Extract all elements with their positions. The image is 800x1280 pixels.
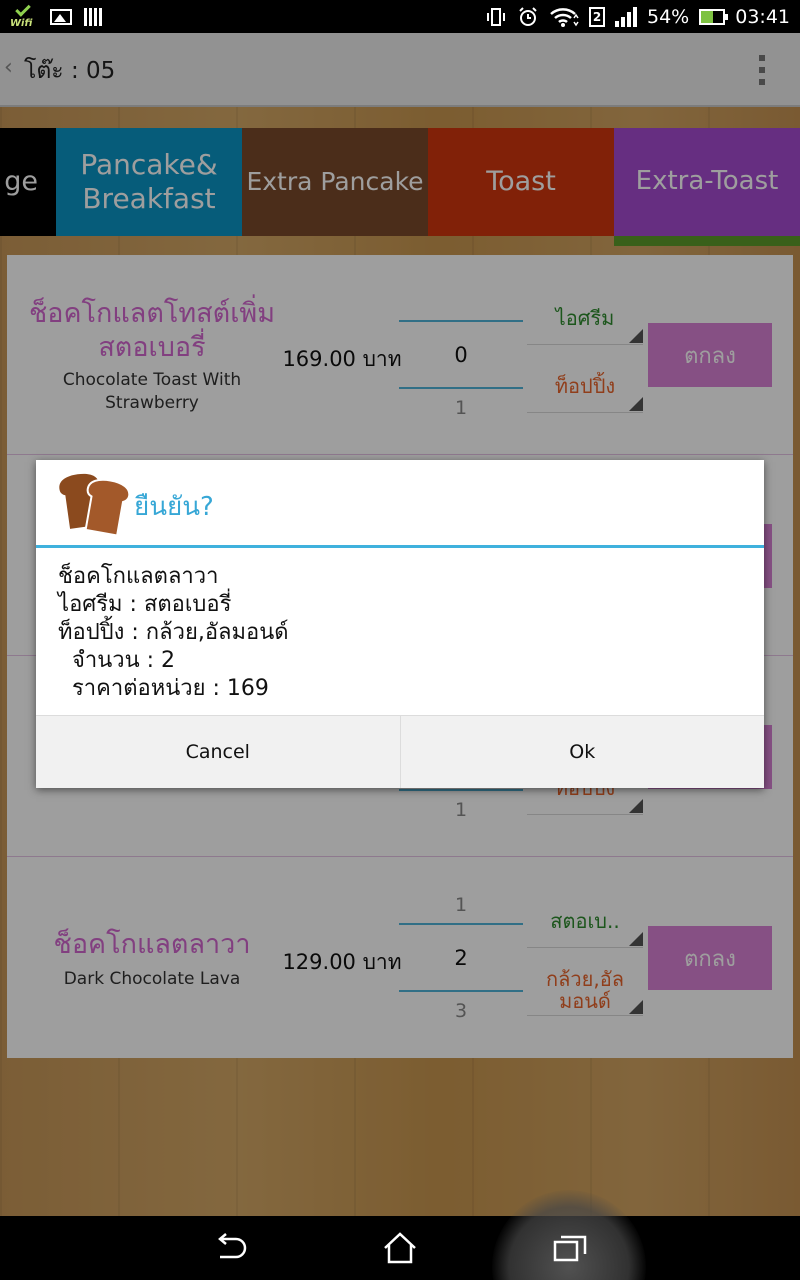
order-quantity: จำนวน : 2 bbox=[58, 648, 176, 673]
dialog-title: ยืนยัน? bbox=[134, 492, 214, 522]
clock: 03:41 bbox=[735, 6, 790, 28]
sim-icon: 2 bbox=[589, 7, 605, 27]
wifi-icon bbox=[550, 8, 579, 27]
recents-button[interactable] bbox=[540, 1222, 600, 1274]
order-unit-price: ราคาต่อหน่วย : 169 bbox=[58, 676, 269, 701]
dialog-header: ยืนยัน? bbox=[36, 460, 764, 546]
battery-charging-icon bbox=[699, 9, 729, 25]
back-arrow-icon bbox=[218, 1233, 247, 1259]
wifi-direct-icon: Wifi bbox=[10, 1, 38, 29]
recents-icon bbox=[553, 1235, 587, 1262]
home-button[interactable] bbox=[370, 1222, 430, 1274]
order-icecream: ไอศรีม : สตอเบอรี่ bbox=[58, 592, 232, 617]
ok-button[interactable]: Ok bbox=[399, 716, 765, 788]
signal-icon bbox=[615, 7, 637, 27]
battery-percent: 54% bbox=[647, 6, 690, 28]
status-bar: Wifi 2 54% 03:41 bbox=[0, 0, 800, 33]
dialog-message: ช็อคโกแลตลาวา ไอศรีม : สตอเบอรี่ ท็อปปิ้… bbox=[58, 563, 289, 703]
confirm-dialog: ยืนยัน? ช็อคโกแลตลาวา ไอศรีม : สตอเบอรี่… bbox=[36, 460, 764, 788]
cancel-button[interactable]: Cancel bbox=[36, 716, 400, 788]
home-icon bbox=[384, 1232, 416, 1264]
order-item-name: ช็อคโกแลตลาวา bbox=[58, 564, 219, 589]
dialog-buttons: Cancel Ok bbox=[36, 715, 764, 788]
gallery-notification-icon bbox=[50, 9, 72, 25]
vibrate-icon bbox=[487, 8, 505, 26]
order-topping: ท็อปปิ้ง : กล้วย,อัลมอนด์ bbox=[58, 620, 289, 645]
toast-bread-icon bbox=[59, 473, 131, 537]
dialog-divider bbox=[36, 545, 764, 548]
barcode-notification-icon bbox=[84, 8, 102, 26]
alarm-icon bbox=[519, 7, 537, 26]
back-button[interactable] bbox=[200, 1222, 260, 1274]
